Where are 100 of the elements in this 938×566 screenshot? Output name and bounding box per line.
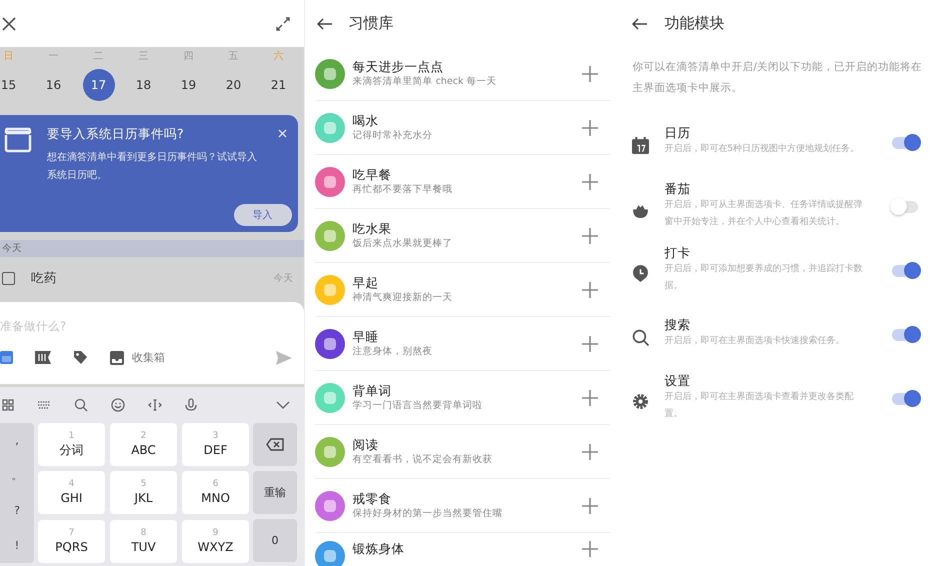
priority-flag-icon[interactable] xyxy=(35,351,51,364)
grid-icon[interactable] xyxy=(2,399,14,411)
back-arrow-icon[interactable] xyxy=(316,18,333,30)
keyboard-key[interactable]: 1 分词 xyxy=(38,423,105,466)
keyboard-key[interactable]: 2 ABC xyxy=(110,423,177,466)
symbol-key[interactable]: , xyxy=(0,423,34,458)
page-title: 习惯库 xyxy=(348,14,394,33)
chevron-down-icon[interactable] xyxy=(276,401,290,409)
calendar-day[interactable]: 19 xyxy=(172,69,204,101)
add-icon[interactable] xyxy=(582,120,598,136)
list-selector[interactable]: 收集箱 xyxy=(132,350,165,365)
habit-row[interactable]: 背单词 学习一门语言当然要背单词啦 xyxy=(314,371,610,425)
weekday-label: 三 xyxy=(138,50,150,64)
habit-name: 背单词 xyxy=(352,382,393,398)
weekday-label: 五 xyxy=(228,50,240,64)
habit-name: 每天进步一点点 xyxy=(352,58,445,74)
task-input-field[interactable]: 准备做什么? xyxy=(0,316,250,336)
add-icon[interactable] xyxy=(582,541,598,557)
keyboard-icon[interactable] xyxy=(37,400,51,410)
toggle-switch[interactable] xyxy=(892,137,918,149)
habit-row[interactable]: 阅读 有空看看书，说不定会有新收获 xyxy=(314,425,610,479)
add-icon[interactable] xyxy=(582,444,598,460)
feature-name: 打卡 xyxy=(664,244,692,260)
habit-name: 早睡 xyxy=(352,328,380,344)
task-row[interactable]: 吃药 今天 xyxy=(0,262,304,294)
habit-name: 吃早餐 xyxy=(352,166,393,182)
backspace-icon xyxy=(266,438,284,451)
microphone-icon[interactable] xyxy=(185,398,197,412)
keyboard-key[interactable]: 9 WXYZ xyxy=(182,520,249,563)
tag-icon[interactable] xyxy=(73,350,88,365)
keyboard-key[interactable]: 4 GHI xyxy=(38,471,105,514)
cursor-icon[interactable] xyxy=(148,398,162,412)
habit-row[interactable]: 喝水 记得时常补充水分 xyxy=(314,101,610,155)
intro-text: 你可以在滴答清单中开启/关闭以下功能，已开启的功能将在主界面选项卡中展示。 xyxy=(631,60,923,96)
habit-row[interactable]: 戒零食 保持好身材的第一步当然要管住嘴 xyxy=(314,479,610,533)
feature-description: 开启后，即可添加想要养成的习惯，并追踪打卡数据。 xyxy=(664,262,864,292)
expand-icon[interactable] xyxy=(276,16,290,30)
weekday-label: 四 xyxy=(182,50,194,64)
weekday-label: 六 xyxy=(272,50,284,64)
habit-row[interactable]: 早起 神清气爽迎接新的一天 xyxy=(314,263,610,317)
task-due-date: 今天 xyxy=(274,272,294,284)
feature-name: 番茄 xyxy=(664,180,692,196)
habit-name: 早起 xyxy=(352,274,380,290)
toggle-switch[interactable] xyxy=(892,329,918,341)
calendar-day[interactable]: 16 xyxy=(38,69,70,101)
habit-name: 锻炼身体 xyxy=(352,541,406,557)
habit-description: 来滴答清单里简单 check 每一天 xyxy=(352,74,498,88)
habit-row[interactable]: 早睡 注意身体，别熬夜 xyxy=(314,317,610,371)
add-icon[interactable] xyxy=(582,498,598,514)
toggle-switch[interactable] xyxy=(892,393,918,405)
habit-description: 再忙都不要落下早餐哦 xyxy=(352,182,454,196)
back-arrow-icon[interactable] xyxy=(632,18,648,30)
calendar-day[interactable]: 18 xyxy=(128,69,160,101)
symbol-key[interactable]: ! xyxy=(0,528,34,563)
banner-message: 想在滴答清单中看到更多日历事件吗？试试导入系统日历吧。 xyxy=(47,150,257,183)
inbox-icon[interactable] xyxy=(110,350,124,364)
habit-description: 饭后来点水果就更棒了 xyxy=(352,236,454,250)
feature-description: 开启后，即可从主界面选项卡、任务详情或提醒弹窗中开始专注，并在个人中心查看相关统计。 xyxy=(664,198,864,228)
toggle-switch[interactable] xyxy=(892,265,918,277)
habit-row[interactable]: 吃水果 饭后来点水果就更棒了 xyxy=(314,209,610,263)
feature-name: 日历 xyxy=(664,124,692,141)
calendar-day[interactable]: 21 xyxy=(262,69,294,101)
add-icon[interactable] xyxy=(582,228,598,244)
calendar-day[interactable]: 17 xyxy=(82,69,114,101)
habit-name: 戒零食 xyxy=(352,490,393,506)
close-icon[interactable] xyxy=(2,16,16,30)
add-icon[interactable] xyxy=(582,174,598,190)
add-icon[interactable] xyxy=(582,390,598,406)
clock-pin-icon xyxy=(632,264,650,282)
add-icon[interactable] xyxy=(582,282,598,298)
keyboard-key[interactable]: 7 PQRS xyxy=(38,520,105,563)
habit-row[interactable]: 每天进步一点点 来滴答清单里简单 check 每一天 xyxy=(314,47,610,101)
keyboard-key[interactable]: 8 TUV xyxy=(110,520,177,563)
smiley-icon[interactable] xyxy=(111,398,125,412)
search-icon[interactable] xyxy=(74,398,88,412)
habit-name: 喝水 xyxy=(352,112,380,128)
page-title: 功能模块 xyxy=(664,14,724,33)
calendar-day[interactable]: 20 xyxy=(218,69,250,101)
add-icon[interactable] xyxy=(582,66,598,82)
habit-name: 吃水果 xyxy=(352,220,393,236)
zero-key[interactable]: 0 xyxy=(253,519,297,562)
import-button[interactable]: 导入 xyxy=(234,204,292,226)
keyboard-key[interactable]: 3 DEF xyxy=(182,423,249,466)
feature-description: 开启后，即可在5种日历视图中方便地规划任务。 xyxy=(664,142,860,156)
calendar-day[interactable]: 15 xyxy=(0,69,24,101)
backspace-key[interactable] xyxy=(253,423,297,466)
keyboard-key[interactable]: 6 MNO xyxy=(182,471,249,514)
task-checkbox[interactable] xyxy=(2,272,15,284)
keyboard-key[interactable]: 5 JKL xyxy=(110,471,177,514)
habit-row[interactable]: 锻炼身体 xyxy=(314,533,610,566)
habit-description: 保持好身材的第一步当然要管住嘴 xyxy=(352,506,504,520)
habit-row[interactable]: 吃早餐 再忙都不要落下早餐哦 xyxy=(314,155,610,209)
symbol-key[interactable]: ? xyxy=(0,493,34,528)
add-icon[interactable] xyxy=(582,336,598,352)
weekday-label: 日 xyxy=(2,50,14,64)
task-title: 吃药 xyxy=(31,270,58,286)
symbol-key[interactable]: 。 xyxy=(0,458,34,493)
reset-key[interactable]: 重输 xyxy=(253,471,297,514)
banner-title: 要导入系统日历事件吗? xyxy=(47,126,185,143)
toggle-switch[interactable] xyxy=(892,201,918,213)
